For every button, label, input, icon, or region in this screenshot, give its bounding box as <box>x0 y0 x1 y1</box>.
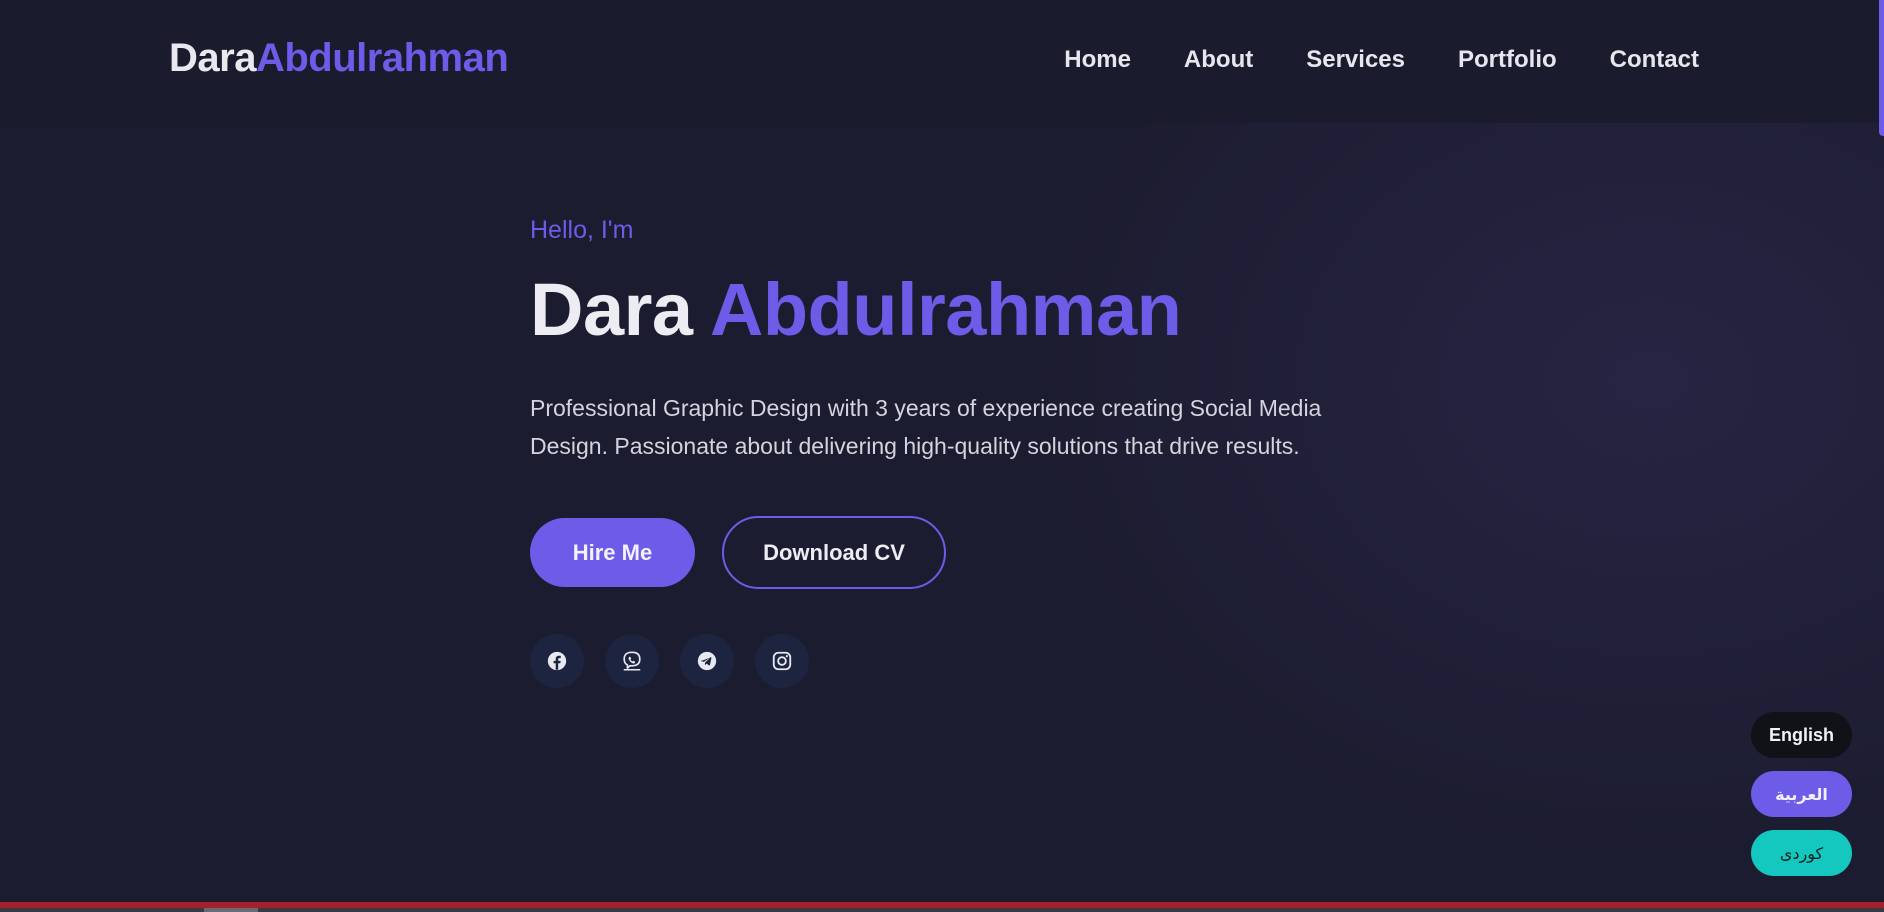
hero-buttons: Hire Me Download CV <box>530 516 946 589</box>
social-links <box>530 634 809 688</box>
nav-item-contact[interactable]: Contact <box>1610 46 1699 74</box>
hero-greeting: Hello, I'm <box>530 216 634 244</box>
download-cv-button[interactable]: Download CV <box>722 516 946 589</box>
language-english-button[interactable]: English <box>1751 712 1852 758</box>
viber-icon <box>623 651 641 671</box>
hire-me-button[interactable]: Hire Me <box>530 518 695 587</box>
hero-section: Hello, I'm Dara Abdulrahman Professional… <box>530 216 1430 688</box>
brand-logo[interactable]: DaraAbdulrahman <box>169 36 509 81</box>
nav-item-about[interactable]: About <box>1184 46 1253 74</box>
horizontal-scrollbar-track[interactable] <box>0 908 1884 912</box>
telegram-icon <box>697 651 717 671</box>
page: DaraAbdulrahman Home About Services Port… <box>0 0 1884 912</box>
nav-item-portfolio[interactable]: Portfolio <box>1458 46 1557 74</box>
hero-name-last: Abdulrahman <box>709 268 1182 351</box>
language-kurdish-button[interactable]: كوردى <box>1751 830 1852 876</box>
horizontal-scrollbar-thumb[interactable] <box>204 908 258 912</box>
hero-name: Dara Abdulrahman <box>530 265 1430 355</box>
navbar: DaraAbdulrahman Home About Services Port… <box>0 0 1880 123</box>
brand-first-name: Dara <box>169 36 256 80</box>
nav-item-home[interactable]: Home <box>1064 46 1131 74</box>
language-arabic-button[interactable]: العربية <box>1751 771 1852 817</box>
facebook-icon <box>547 651 567 671</box>
instagram-icon <box>772 651 792 671</box>
hero-name-first: Dara <box>530 268 693 351</box>
scroll-indicator[interactable] <box>1879 0 1884 136</box>
viber-link[interactable] <box>605 634 659 688</box>
telegram-link[interactable] <box>680 634 734 688</box>
instagram-link[interactable] <box>755 634 809 688</box>
hero-description: Professional Graphic Design with 3 years… <box>530 395 1322 459</box>
main-nav: Home About Services Portfolio Contact <box>1064 46 1699 74</box>
facebook-link[interactable] <box>530 634 584 688</box>
brand-last-name: Abdulrahman <box>255 36 509 80</box>
nav-item-services[interactable]: Services <box>1306 46 1405 74</box>
